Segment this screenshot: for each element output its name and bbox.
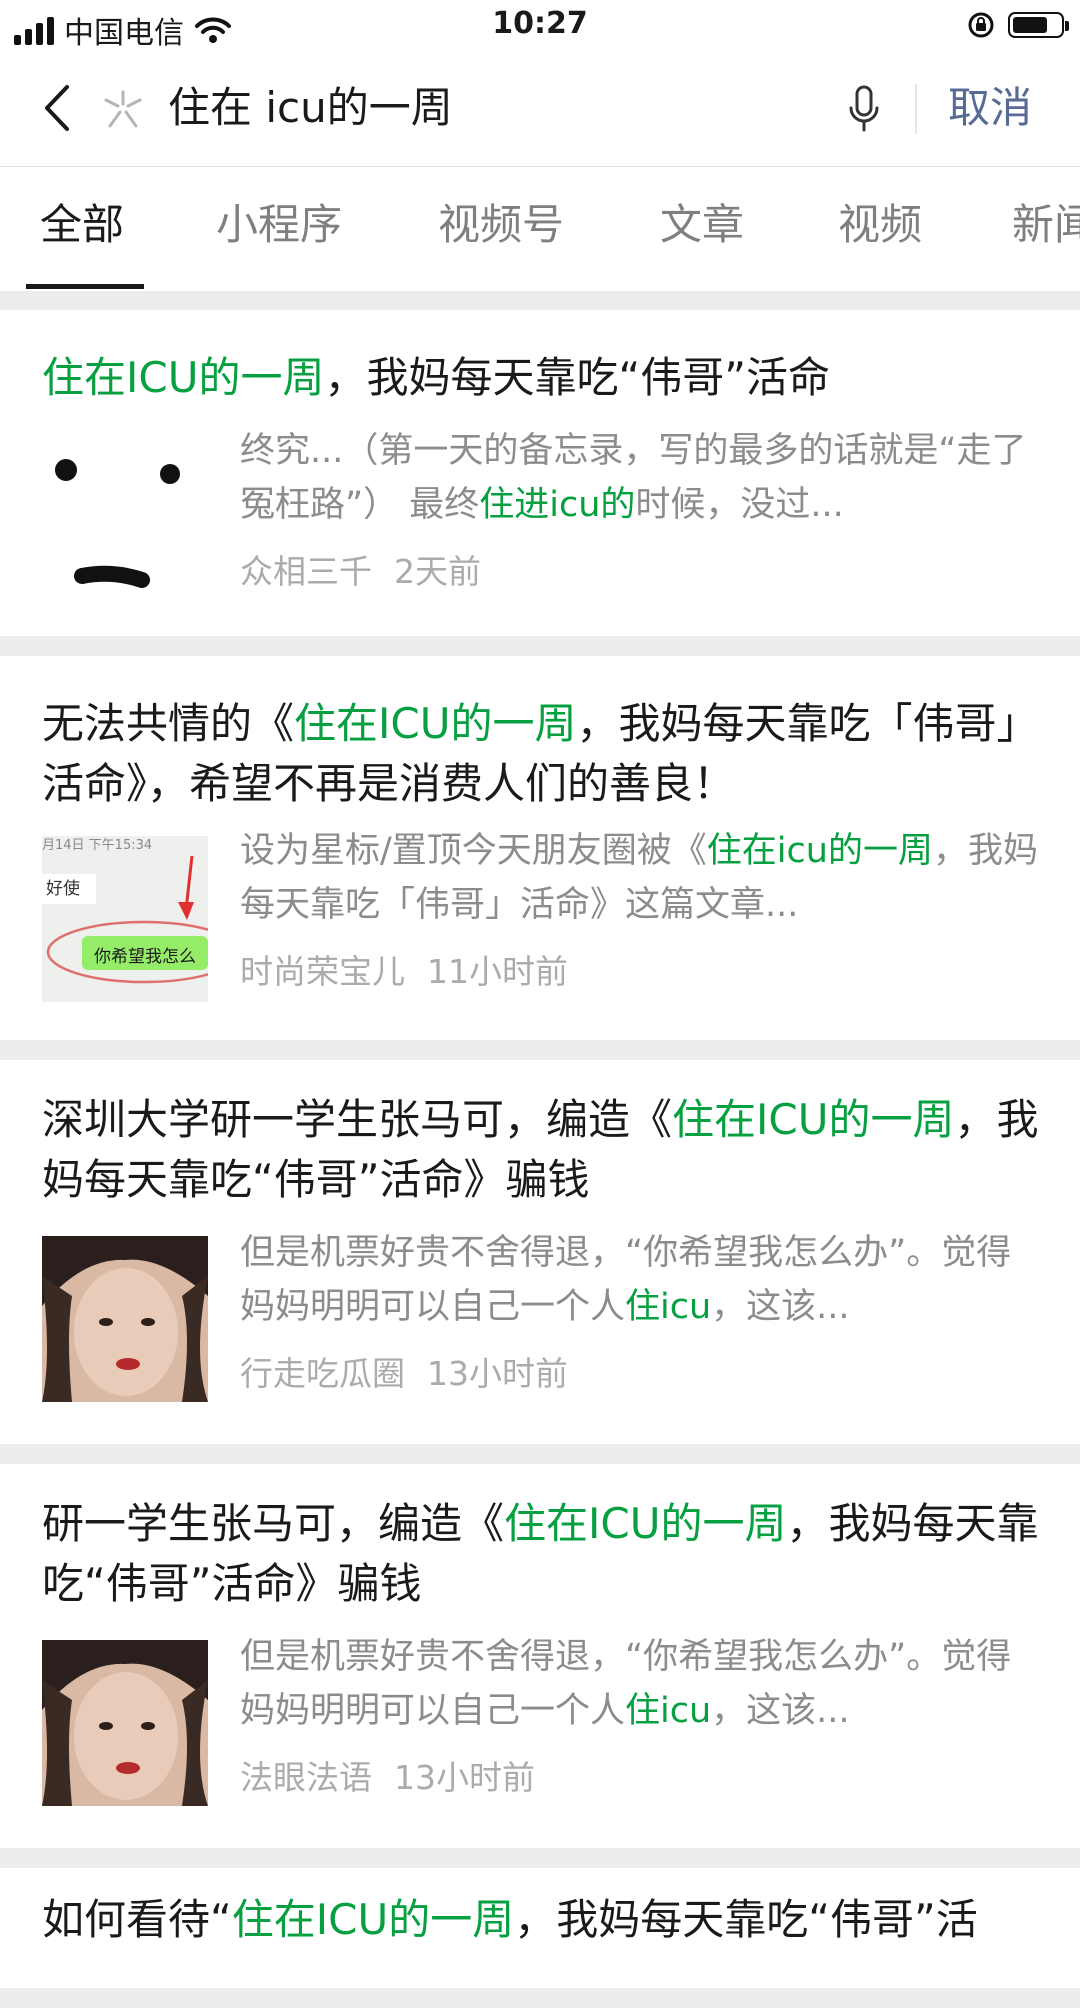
result-source[interactable]: 法眼法语	[240, 1758, 372, 1797]
result-snippet: 终究...（第一天的备忘录，写的最多的话就是“走了冤枉路”） 最终住进icu的时…	[240, 431, 1027, 525]
title-highlight: 住在ICU的一周	[504, 1499, 787, 1548]
status-bar: 中国电信 10:27	[0, 0, 1080, 51]
title-highlight: 住在ICU的一周	[42, 353, 325, 402]
result-snippet: 但是机票好贵不舍得退，“你希望我怎么办”。觉得妈妈明明可以自己一个人住icu，这…	[240, 1637, 1012, 1731]
search-results: 住在ICU的一周，我妈每天靠吃“伟哥”活命 终究...（第一天的备忘录，写的最多…	[0, 310, 1080, 2008]
result-card[interactable]: 住在ICU的一周，我妈每天靠吃“伟哥”活命 终究...（第一天的备忘录，写的最多…	[0, 310, 1080, 636]
tab-news[interactable]: 新闻	[1012, 197, 1080, 253]
result-source[interactable]: 行走吃瓜圈	[240, 1354, 405, 1393]
chevron-left-icon	[45, 85, 69, 131]
rotation-lock-icon	[968, 12, 994, 38]
microphone-icon	[849, 85, 879, 132]
result-title[interactable]: 住在ICU的一周，我妈每天靠吃“伟哥”活命	[42, 348, 1042, 408]
chat-screenshot-image: 月14日 下午15:34 好使 你希望我怎么	[42, 836, 208, 1002]
result-thumbnail	[42, 436, 208, 602]
result-meta: 法眼法语 13小时前	[240, 1756, 535, 1800]
tab-mini-programs[interactable]: 小程序	[216, 197, 342, 253]
back-button[interactable]	[32, 78, 82, 138]
result-time: 2天前	[394, 552, 481, 591]
result-meta: 时尚荣宝儿 11小时前	[240, 950, 568, 994]
voice-input-button[interactable]	[846, 84, 882, 138]
face-doodle-image	[42, 436, 208, 602]
title-highlight: 住在ICU的一周	[672, 1095, 955, 1144]
result-time: 11小时前	[427, 952, 568, 991]
result-title[interactable]: 深圳大学研一学生张马可，编造《住在ICU的一周，我妈每天靠吃“伟哥”活命》骗钱	[42, 1090, 1042, 1210]
result-source[interactable]: 时尚荣宝儿	[240, 952, 405, 991]
result-card[interactable]: 深圳大学研一学生张马可，编造《住在ICU的一周，我妈每天靠吃“伟哥”活命》骗钱 …	[0, 1060, 1080, 1444]
portrait-photo	[42, 1236, 208, 1402]
active-tab-indicator	[26, 284, 144, 289]
result-title[interactable]: 如何看待“住在ICU的一周，我妈每天靠吃“伟哥”活	[42, 1890, 1042, 1950]
search-icon	[100, 88, 146, 134]
cancel-button[interactable]: 取消	[948, 80, 1032, 136]
title-highlight: 住在ICU的一周	[294, 699, 577, 748]
result-source[interactable]: 众相三千	[240, 552, 372, 591]
result-title[interactable]: 无法共情的《住在ICU的一周，我妈每天靠吃「伟哥」活命》，希望不再是消费人们的善…	[42, 694, 1042, 814]
status-time: 10:27	[492, 6, 588, 41]
search-input[interactable]: 住在 icu的一周	[168, 80, 453, 136]
result-title[interactable]: 研一学生张马可，编造《住在ICU的一周，我妈每天靠吃“伟哥”活命》骗钱	[42, 1494, 1042, 1614]
result-meta: 众相三千 2天前	[240, 550, 481, 594]
portrait-photo	[42, 1640, 208, 1806]
result-snippet: 但是机票好贵不舍得退，“你希望我怎么办”。觉得妈妈明明可以自己一个人住icu，这…	[240, 1233, 1012, 1327]
tab-articles[interactable]: 文章	[660, 197, 744, 253]
search-bar: 住在 icu的一周 取消	[0, 50, 1080, 167]
result-thumbnail: 月14日 下午15:34 好使 你希望我怎么	[42, 836, 208, 1002]
result-card[interactable]: 无法共情的《住在ICU的一周，我妈每天靠吃「伟哥」活命》，希望不再是消费人们的善…	[0, 656, 1080, 1040]
tab-videos[interactable]: 视频	[838, 197, 922, 253]
result-snippet: 设为星标/置顶今天朋友圈被《住在icu的一周，我妈每天靠吃「伟哥」活命》这篇文章…	[240, 831, 1038, 925]
tab-channels[interactable]: 视频号	[438, 197, 564, 253]
result-meta: 行走吃瓜圈 13小时前	[240, 1352, 568, 1396]
result-thumbnail	[42, 1236, 208, 1402]
result-time: 13小时前	[427, 1354, 568, 1393]
title-text: ，我妈每天靠吃“伟哥”活命	[324, 353, 830, 402]
result-card[interactable]: 研一学生张马可，编造《住在ICU的一周，我妈每天靠吃“伟哥”活命》骗钱 但是机票…	[0, 1464, 1080, 1848]
search-divider	[915, 84, 917, 134]
battery-icon	[1008, 12, 1069, 38]
result-thumbnail	[42, 1640, 208, 1806]
tab-all[interactable]: 全部	[40, 197, 124, 253]
result-time: 13小时前	[394, 1758, 535, 1797]
filter-tabs: 全部 小程序 视频号 文章 视频 新闻	[0, 167, 1080, 291]
result-card[interactable]: 如何看待“住在ICU的一周，我妈每天靠吃“伟哥”活	[0, 1868, 1080, 1988]
status-right	[966, 10, 1069, 40]
